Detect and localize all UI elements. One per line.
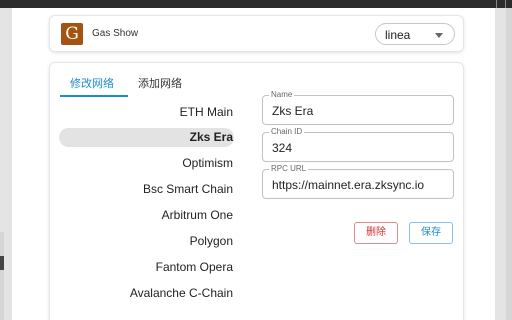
chain-item-bsc-smart-chain[interactable]: Bsc Smart Chain (143, 180, 233, 199)
browser-top-bar (0, 0, 512, 8)
background-page-strip (0, 232, 4, 320)
background-page-mark (0, 256, 4, 270)
tab-add-network[interactable]: 添加网络 (138, 75, 182, 91)
app-logo-icon: G (61, 23, 83, 45)
chain-item-polygon[interactable]: Polygon (190, 232, 233, 251)
chain-item-arbitrum-one[interactable]: Arbitrum One (162, 206, 233, 225)
chain-id-field-label: Chain ID (269, 127, 305, 137)
caret-down-icon (435, 33, 443, 38)
app-title: Gas Show (92, 28, 139, 39)
chain-item-zks-era[interactable]: Zks Era (190, 128, 233, 147)
chain-select-value: linea (385, 28, 411, 42)
delete-button[interactable]: 删除 (354, 222, 398, 244)
chain-id-field[interactable]: Chain ID 324 (262, 127, 454, 162)
name-field-label: Name (269, 90, 295, 100)
window-corner (496, 0, 506, 8)
header-card: G Gas Show linea (49, 15, 464, 52)
save-button[interactable]: 保存 (409, 222, 453, 244)
page-scrollbar-strip (506, 8, 512, 320)
network-settings-card: 修改网络 添加网络 ETH Main Zks Era Optimism Bsc … (49, 62, 464, 320)
tab-edit-network[interactable]: 修改网络 (70, 75, 114, 91)
chain-id-field-value: 324 (272, 141, 293, 155)
chain-item-optimism[interactable]: Optimism (182, 154, 233, 173)
active-tab-indicator (60, 95, 128, 97)
name-field-value: Zks Era (272, 104, 314, 118)
chain-item-fantom-opera[interactable]: Fantom Opera (156, 258, 233, 277)
rpc-url-field-value: https://mainnet.era.zksync.io (272, 178, 425, 192)
chain-item-avalanche-c-chain[interactable]: Avalanche C-Chain (130, 284, 233, 303)
rpc-url-field[interactable]: RPC URL https://mainnet.era.zksync.io (262, 164, 454, 199)
name-field[interactable]: Name Zks Era (262, 90, 454, 125)
chain-select[interactable]: linea (375, 23, 455, 45)
rpc-url-field-label: RPC URL (269, 164, 309, 174)
chain-item-eth-main[interactable]: ETH Main (180, 103, 233, 122)
